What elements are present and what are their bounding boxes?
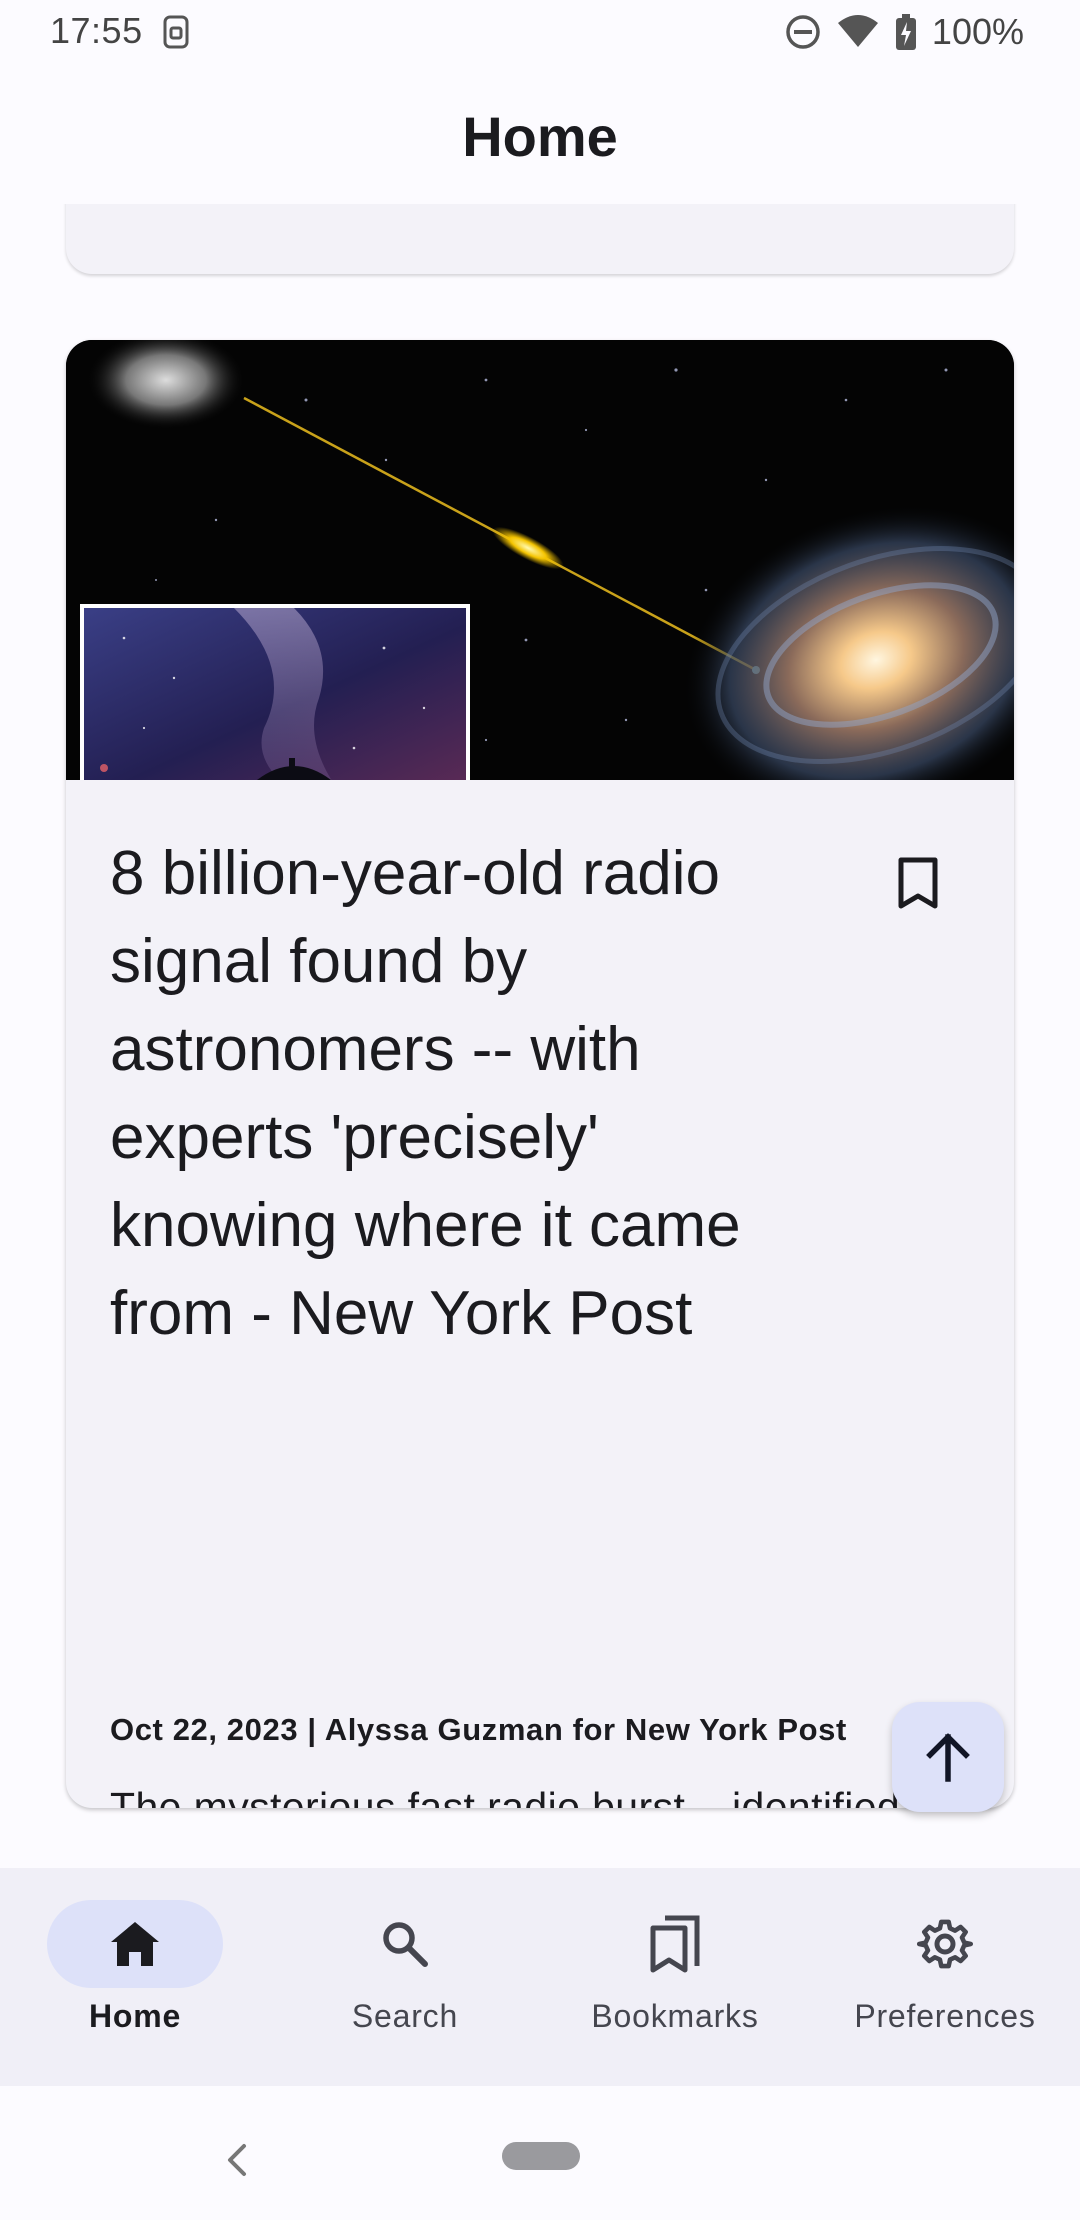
article-summary: The mysterious fast radio burst – identi… xyxy=(110,1784,956,1808)
gear-icon xyxy=(917,1919,973,1969)
nav-icon-container xyxy=(587,1900,763,1988)
nav-item-home[interactable]: Home xyxy=(0,1868,270,2086)
home-gesture-pill[interactable] xyxy=(502,2142,580,2170)
bottom-navigation: Home Search Bookmarks Preferences xyxy=(0,1868,1080,2086)
nav-label-search: Search xyxy=(351,1998,459,2034)
arrow-up-icon xyxy=(926,1733,970,1782)
bookmarks-icon xyxy=(650,1915,700,1973)
back-chevron-icon[interactable] xyxy=(218,2140,258,2180)
nav-icon-container xyxy=(317,1900,493,1988)
nav-label-home: Home xyxy=(88,1998,182,2034)
status-bar: 17:55 100% xyxy=(0,0,1080,64)
article-card[interactable]: 8 billion-year-old radio signal found by… xyxy=(66,340,1014,1808)
battery-charging-icon xyxy=(895,14,916,50)
screen: 17:55 100% Home 8 billion-year-old radio… xyxy=(0,0,1080,2220)
scroll-to-top-button[interactable] xyxy=(892,1702,1004,1812)
wifi-icon xyxy=(837,15,878,47)
bookmark-button[interactable] xyxy=(870,836,966,932)
search-icon xyxy=(383,1922,428,1967)
previous-article-card[interactable] xyxy=(66,204,1014,274)
nav-item-preferences[interactable]: Preferences xyxy=(810,1868,1080,2086)
battery-percent: 100% xyxy=(931,11,1024,52)
system-navigation-bar xyxy=(0,2086,1080,2220)
nav-item-bookmarks[interactable]: Bookmarks xyxy=(540,1868,810,2086)
nav-label-preferences: Preferences xyxy=(854,1998,1036,2034)
galaxy-radio-burst-image xyxy=(66,340,1014,780)
home-icon xyxy=(111,1922,159,1966)
radio-telescope-inset-photo xyxy=(80,604,470,780)
nav-label-bookmarks: Bookmarks xyxy=(591,1998,759,2034)
do-not-disturb-icon xyxy=(786,15,820,49)
status-time: 17:55 xyxy=(50,10,143,51)
nav-active-indicator xyxy=(47,1900,223,1988)
article-byline: Oct 22, 2023 | Alyssa Guzman for New Yor… xyxy=(110,1712,847,1747)
top-app-bar: Home xyxy=(0,64,1080,204)
nav-icon-container xyxy=(857,1900,1033,1988)
page-title: Home xyxy=(462,104,618,168)
nav-item-search[interactable]: Search xyxy=(270,1868,540,2086)
feed-list[interactable]: 8 billion-year-old radio signal found by… xyxy=(0,204,1080,1868)
bookmark-outline-icon xyxy=(898,857,938,909)
sim-card-icon xyxy=(163,15,189,49)
status-icons: 100% xyxy=(784,10,1024,54)
article-headline[interactable]: 8 billion-year-old radio signal found by… xyxy=(110,830,830,1358)
